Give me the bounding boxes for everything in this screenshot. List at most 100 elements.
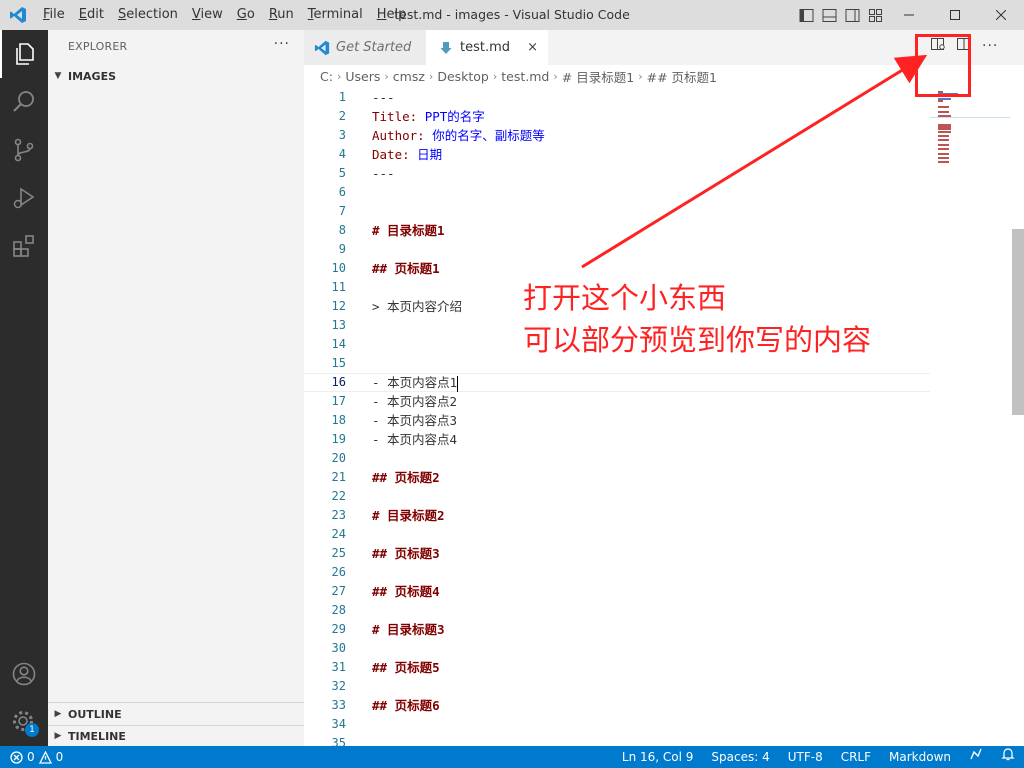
code-line[interactable]: 17 - 本页内容点2: [304, 392, 930, 411]
line-number: 31: [331, 660, 346, 674]
tab-test-md[interactable]: test.md ×: [426, 30, 548, 65]
code-line[interactable]: 18 - 本页内容点3: [304, 411, 930, 430]
line-number: 20: [331, 451, 346, 465]
menu-item[interactable]: Edit: [72, 0, 111, 30]
folder-images-section[interactable]: ▼ IMAGES: [48, 65, 304, 87]
breadcrumb-separator-icon: ›: [384, 69, 389, 83]
minimap[interactable]: [930, 87, 1010, 746]
tab-get-started[interactable]: Get Started: [304, 30, 426, 65]
minimize-button[interactable]: [886, 0, 932, 30]
timeline-section[interactable]: ▶ TIMELINE: [48, 725, 304, 747]
source-control-icon[interactable]: [0, 126, 48, 174]
code-line[interactable]: 10 ## 页标题1: [304, 259, 930, 278]
code-text: - 本页内容点2: [372, 392, 457, 411]
manage-gear-icon[interactable]: 1: [0, 698, 48, 746]
code-line[interactable]: 31 ## 页标题5: [304, 658, 930, 677]
breadcrumb-item[interactable]: Desktop: [437, 69, 489, 84]
extensions-icon[interactable]: [0, 222, 48, 270]
scrollbar-thumb[interactable]: [1012, 229, 1024, 415]
code-line[interactable]: 9: [304, 240, 930, 259]
folder-name: IMAGES: [68, 69, 117, 83]
code-line[interactable]: 21 ## 页标题2: [304, 468, 930, 487]
breadcrumb-item[interactable]: ## 页标题1: [647, 67, 717, 86]
more-actions-icon[interactable]: ···: [982, 38, 998, 54]
code-line[interactable]: 19 - 本页内容点4: [304, 430, 930, 449]
toggle-secondary-sidebar-icon[interactable]: [844, 7, 861, 24]
breadcrumb-item[interactable]: cmsz: [393, 69, 425, 84]
close-tab-icon[interactable]: ×: [527, 40, 538, 55]
menu-label: erminal: [313, 7, 363, 22]
code-line[interactable]: 4 Date: 日期: [304, 145, 930, 164]
menu-item[interactable]: Help: [370, 0, 414, 30]
run-debug-icon[interactable]: [0, 174, 48, 222]
layout-controls: [798, 0, 884, 30]
maximize-button[interactable]: [932, 0, 978, 30]
minimap-viewport[interactable]: [930, 117, 1010, 118]
problems-indicator[interactable]: 0 0: [10, 746, 63, 768]
code-line[interactable]: 2 Title: PPT的名字: [304, 107, 930, 126]
code-line[interactable]: 16 - 本页内容点1: [304, 373, 930, 392]
code-line[interactable]: 32: [304, 677, 930, 696]
menu-item[interactable]: Go: [230, 0, 262, 30]
language-mode[interactable]: Markdown: [880, 746, 960, 768]
code-line[interactable]: 33 ## 页标题6: [304, 696, 930, 715]
code-line[interactable]: 30: [304, 639, 930, 658]
code-line[interactable]: 27 ## 页标题4: [304, 582, 930, 601]
code-line[interactable]: 5 ---: [304, 164, 930, 183]
feedback-icon[interactable]: [960, 746, 992, 768]
menu-item[interactable]: View: [185, 0, 230, 30]
line-number: 21: [331, 470, 346, 484]
breadcrumb-item[interactable]: # 目录标题1: [562, 67, 634, 86]
line-number: 18: [331, 413, 346, 427]
breadcrumb-item[interactable]: test.md: [501, 69, 549, 84]
line-number: 30: [331, 641, 346, 655]
code-line[interactable]: 6: [304, 183, 930, 202]
close-window-button[interactable]: [978, 0, 1024, 30]
code-line[interactable]: 28: [304, 601, 930, 620]
customize-layout-icon[interactable]: [867, 7, 884, 24]
code-line[interactable]: 26: [304, 563, 930, 582]
breadcrumb-item[interactable]: C:: [320, 69, 333, 84]
code-line[interactable]: 29 # 目录标题3: [304, 620, 930, 639]
chevron-right-icon: ▶: [54, 709, 62, 719]
menu-item[interactable]: Terminal: [301, 0, 370, 30]
code-line[interactable]: 1 ---: [304, 88, 930, 107]
editor-scrollbar[interactable]: [1010, 87, 1024, 746]
code-line[interactable]: 24: [304, 525, 930, 544]
account-icon[interactable]: [0, 650, 48, 698]
code-line[interactable]: 3 Author: 你的名字、副标题等: [304, 126, 930, 145]
cursor-position[interactable]: Ln 16, Col 9: [613, 746, 703, 768]
code-line[interactable]: 25 ## 页标题3: [304, 544, 930, 563]
code-line[interactable]: 23 # 目录标题2: [304, 506, 930, 525]
line-number: 11: [331, 280, 346, 294]
outline-label: OUTLINE: [68, 707, 122, 721]
menu-item[interactable]: File: [36, 0, 72, 30]
explorer-icon[interactable]: [0, 30, 48, 78]
notifications-bell-icon[interactable]: [992, 746, 1024, 768]
code-line[interactable]: 20: [304, 449, 930, 468]
encoding[interactable]: UTF-8: [779, 746, 832, 768]
breadcrumb-separator-icon: ›: [553, 69, 558, 83]
chevron-down-icon: ▼: [54, 71, 62, 81]
toggle-panel-icon[interactable]: [821, 7, 838, 24]
code-line[interactable]: 35: [304, 734, 930, 746]
code-token: ## 页标题1: [372, 261, 440, 276]
line-number: 35: [331, 736, 346, 746]
menu-item[interactable]: Selection: [111, 0, 185, 30]
code-line[interactable]: 22: [304, 487, 930, 506]
code-line[interactable]: 7: [304, 202, 930, 221]
code-line[interactable]: 8 # 目录标题1: [304, 221, 930, 240]
line-ending[interactable]: CRLF: [832, 746, 880, 768]
toggle-sidebar-icon[interactable]: [798, 7, 815, 24]
line-number: 4: [338, 147, 346, 161]
breadcrumb-item[interactable]: Users: [345, 69, 380, 84]
line-number: 15: [331, 356, 346, 370]
indentation[interactable]: Spaces: 4: [702, 746, 778, 768]
explorer-more-actions-icon[interactable]: ···: [274, 36, 290, 52]
code-line[interactable]: 34: [304, 715, 930, 734]
code-editor[interactable]: 1 --- 2 Title: PPT的名字 3 Author: 你的名字、副标题等 4 Dat…: [304, 87, 1024, 746]
code-text: ## 页标题6: [372, 696, 440, 715]
menu-item[interactable]: Run: [262, 0, 301, 30]
outline-section[interactable]: ▶ OUTLINE: [48, 703, 304, 725]
search-icon[interactable]: [0, 78, 48, 126]
